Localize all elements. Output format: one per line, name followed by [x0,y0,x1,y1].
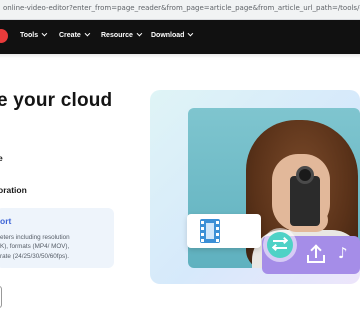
nav-resource-label: Resource [101,32,133,39]
brand-logo[interactable] [0,29,8,43]
browser-url-bar[interactable]: online-video-editor?enter_from=page_read… [0,0,360,20]
nav-download[interactable]: Download [151,30,194,39]
nav-divider [0,54,360,58]
nav-resource[interactable]: Resource [101,30,143,39]
nav-download-label: Download [151,32,185,39]
chevron-down-icon [136,30,143,37]
nav-create[interactable]: Create [59,30,91,39]
export-desc-line: rate (24/25/30/50/60fps). [0,252,69,260]
video-clip-card [187,214,261,248]
export-desc-line: K), formats (MP4/ MOV), [0,243,70,251]
export-feature-description: eters including resolution K), formats (… [0,233,114,261]
chevron-down-icon [84,30,91,37]
feature-item[interactable]: e [0,153,3,163]
export-desc-line: eters including resolution [0,234,70,241]
export-feature-title: ort [0,216,12,226]
url-text[interactable]: online-video-editor?enter_from=page_read… [3,4,360,12]
nav-tools-label: Tools [20,32,39,39]
feature-item[interactable]: oration [0,185,27,195]
chevron-down-icon [41,30,48,37]
film-icon [200,219,220,243]
hero-title: e your cloud [0,90,113,111]
cta-button[interactable] [0,286,2,308]
nav-tools[interactable]: Tools [20,30,48,39]
tiktok-icon: ♪ [338,244,348,262]
top-nav: Tools Create Resource Download [0,20,360,54]
convert-arrows-icon [267,232,293,258]
nav-create-label: Create [59,32,81,39]
chevron-down-icon [188,30,194,37]
upload-icon [305,243,327,265]
